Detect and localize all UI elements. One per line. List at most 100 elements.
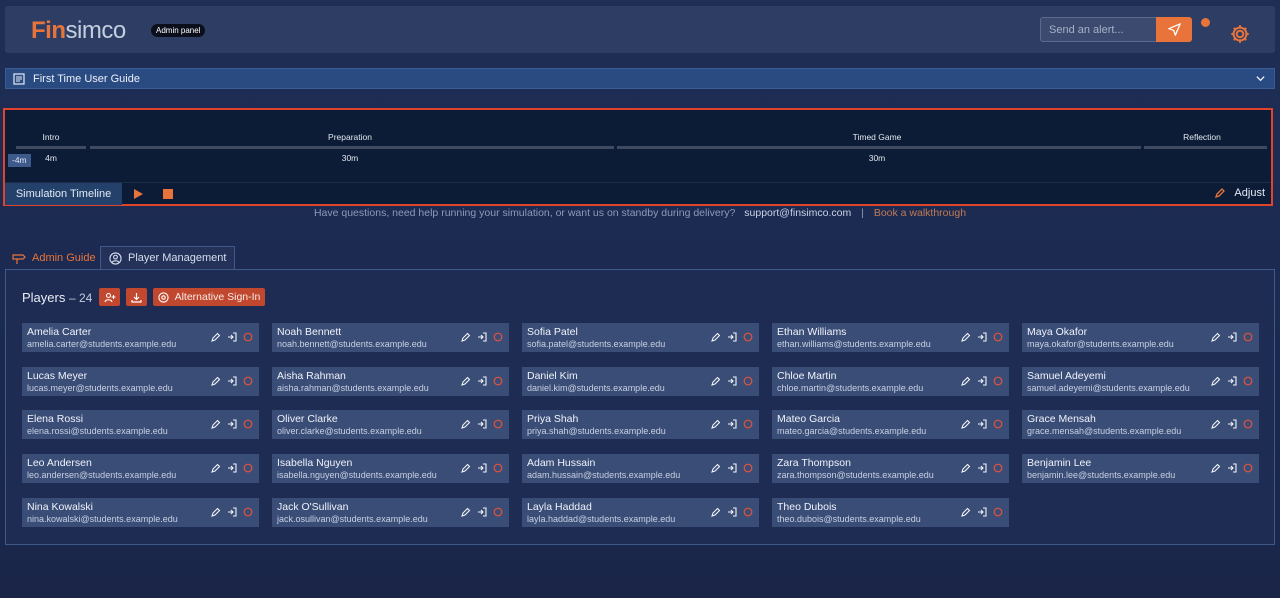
pencil-icon[interactable] xyxy=(961,507,971,517)
pencil-icon[interactable] xyxy=(961,419,971,429)
status-circle-icon[interactable] xyxy=(243,376,253,386)
gear-icon[interactable] xyxy=(1229,23,1251,45)
pencil-icon[interactable] xyxy=(961,332,971,342)
notification-dot[interactable] xyxy=(1201,18,1210,27)
chevron-down-icon[interactable] xyxy=(1255,73,1266,84)
pencil-icon[interactable] xyxy=(211,419,221,429)
status-circle-icon[interactable] xyxy=(243,332,253,342)
pencil-icon[interactable] xyxy=(961,463,971,473)
login-icon[interactable] xyxy=(977,507,987,517)
player-card: Maya Okafor maya.okafor@students.example.… xyxy=(1022,323,1259,352)
login-icon[interactable] xyxy=(727,376,737,386)
login-icon[interactable] xyxy=(477,332,487,342)
status-circle-icon[interactable] xyxy=(493,332,503,342)
status-circle-icon[interactable] xyxy=(493,507,503,517)
first-time-guide-bar[interactable]: First Time User Guide xyxy=(5,68,1275,89)
status-circle-icon[interactable] xyxy=(743,507,753,517)
adjust-button[interactable]: Adjust xyxy=(1214,187,1265,199)
status-circle-icon[interactable] xyxy=(743,376,753,386)
player-email: mateo.garcia@students.example.edu xyxy=(777,426,927,436)
status-circle-icon[interactable] xyxy=(1243,376,1253,386)
status-circle-icon[interactable] xyxy=(743,419,753,429)
phase-bar-timed-game[interactable] xyxy=(617,146,1141,149)
login-icon[interactable] xyxy=(227,419,237,429)
login-icon[interactable] xyxy=(727,332,737,342)
status-circle-icon[interactable] xyxy=(1243,332,1253,342)
status-circle-icon[interactable] xyxy=(1243,419,1253,429)
status-circle-icon[interactable] xyxy=(993,507,1003,517)
login-icon[interactable] xyxy=(227,332,237,342)
pencil-icon[interactable] xyxy=(211,507,221,517)
player-name: Oliver Clarke xyxy=(277,413,338,425)
login-icon[interactable] xyxy=(727,419,737,429)
login-icon[interactable] xyxy=(727,507,737,517)
alert-input[interactable] xyxy=(1040,17,1157,42)
add-player-button[interactable] xyxy=(99,288,120,306)
pencil-icon[interactable] xyxy=(961,376,971,386)
status-circle-icon[interactable] xyxy=(243,419,253,429)
phase-bar-preparation[interactable] xyxy=(90,146,614,149)
stop-icon[interactable] xyxy=(163,189,173,199)
status-circle-icon[interactable] xyxy=(1243,463,1253,473)
login-icon[interactable] xyxy=(977,419,987,429)
login-icon[interactable] xyxy=(227,463,237,473)
book-walkthrough-link[interactable]: Book a walkthrough xyxy=(874,207,966,219)
status-circle-icon[interactable] xyxy=(993,463,1003,473)
send-alert-button[interactable] xyxy=(1156,17,1192,42)
status-circle-icon[interactable] xyxy=(493,419,503,429)
status-circle-icon[interactable] xyxy=(743,463,753,473)
alternative-sign-in-button[interactable]: Alternative Sign-In xyxy=(153,288,265,306)
pencil-icon[interactable] xyxy=(211,332,221,342)
login-icon[interactable] xyxy=(1227,419,1237,429)
pencil-icon[interactable] xyxy=(1211,463,1221,473)
pencil-icon[interactable] xyxy=(1211,332,1221,342)
status-circle-icon[interactable] xyxy=(493,376,503,386)
support-email-link[interactable]: support@finsimco.com xyxy=(744,207,851,219)
login-icon[interactable] xyxy=(977,332,987,342)
status-circle-icon[interactable] xyxy=(993,332,1003,342)
status-circle-icon[interactable] xyxy=(993,419,1003,429)
status-circle-icon[interactable] xyxy=(243,463,253,473)
pencil-icon[interactable] xyxy=(211,376,221,386)
tab-admin-guide[interactable]: Admin Guide xyxy=(6,246,102,269)
pencil-icon[interactable] xyxy=(461,332,471,342)
login-icon[interactable] xyxy=(1227,332,1237,342)
pencil-icon[interactable] xyxy=(461,507,471,517)
pencil-icon[interactable] xyxy=(461,463,471,473)
player-email: daniel.kim@students.example.edu xyxy=(527,383,665,393)
login-icon[interactable] xyxy=(227,507,237,517)
status-circle-icon[interactable] xyxy=(243,507,253,517)
play-icon[interactable] xyxy=(132,188,144,200)
login-icon[interactable] xyxy=(1227,376,1237,386)
player-email: grace.mensah@students.example.edu xyxy=(1027,426,1182,436)
login-icon[interactable] xyxy=(477,463,487,473)
pencil-icon[interactable] xyxy=(711,376,721,386)
login-icon[interactable] xyxy=(1227,463,1237,473)
finsimco-logo[interactable]: Finsimco xyxy=(31,17,126,45)
login-icon[interactable] xyxy=(727,463,737,473)
pencil-icon[interactable] xyxy=(461,376,471,386)
pencil-icon[interactable] xyxy=(711,332,721,342)
login-icon[interactable] xyxy=(477,376,487,386)
login-icon[interactable] xyxy=(477,507,487,517)
pencil-icon[interactable] xyxy=(211,463,221,473)
player-name: Benjamin Lee xyxy=(1027,457,1092,469)
pencil-icon[interactable] xyxy=(711,419,721,429)
phase-bar-reflection[interactable] xyxy=(1144,146,1267,149)
pencil-icon[interactable] xyxy=(711,507,721,517)
status-circle-icon[interactable] xyxy=(743,332,753,342)
player-email: noah.bennett@students.example.edu xyxy=(277,339,427,349)
pencil-icon[interactable] xyxy=(711,463,721,473)
phase-bar-intro[interactable] xyxy=(16,146,86,149)
login-icon[interactable] xyxy=(977,376,987,386)
download-players-button[interactable] xyxy=(126,288,147,306)
login-icon[interactable] xyxy=(227,376,237,386)
pencil-icon[interactable] xyxy=(1211,419,1221,429)
tab-player-management[interactable]: Player Management xyxy=(100,246,236,269)
login-icon[interactable] xyxy=(477,419,487,429)
login-icon[interactable] xyxy=(977,463,987,473)
pencil-icon[interactable] xyxy=(461,419,471,429)
pencil-icon[interactable] xyxy=(1211,376,1221,386)
status-circle-icon[interactable] xyxy=(993,376,1003,386)
status-circle-icon[interactable] xyxy=(493,463,503,473)
